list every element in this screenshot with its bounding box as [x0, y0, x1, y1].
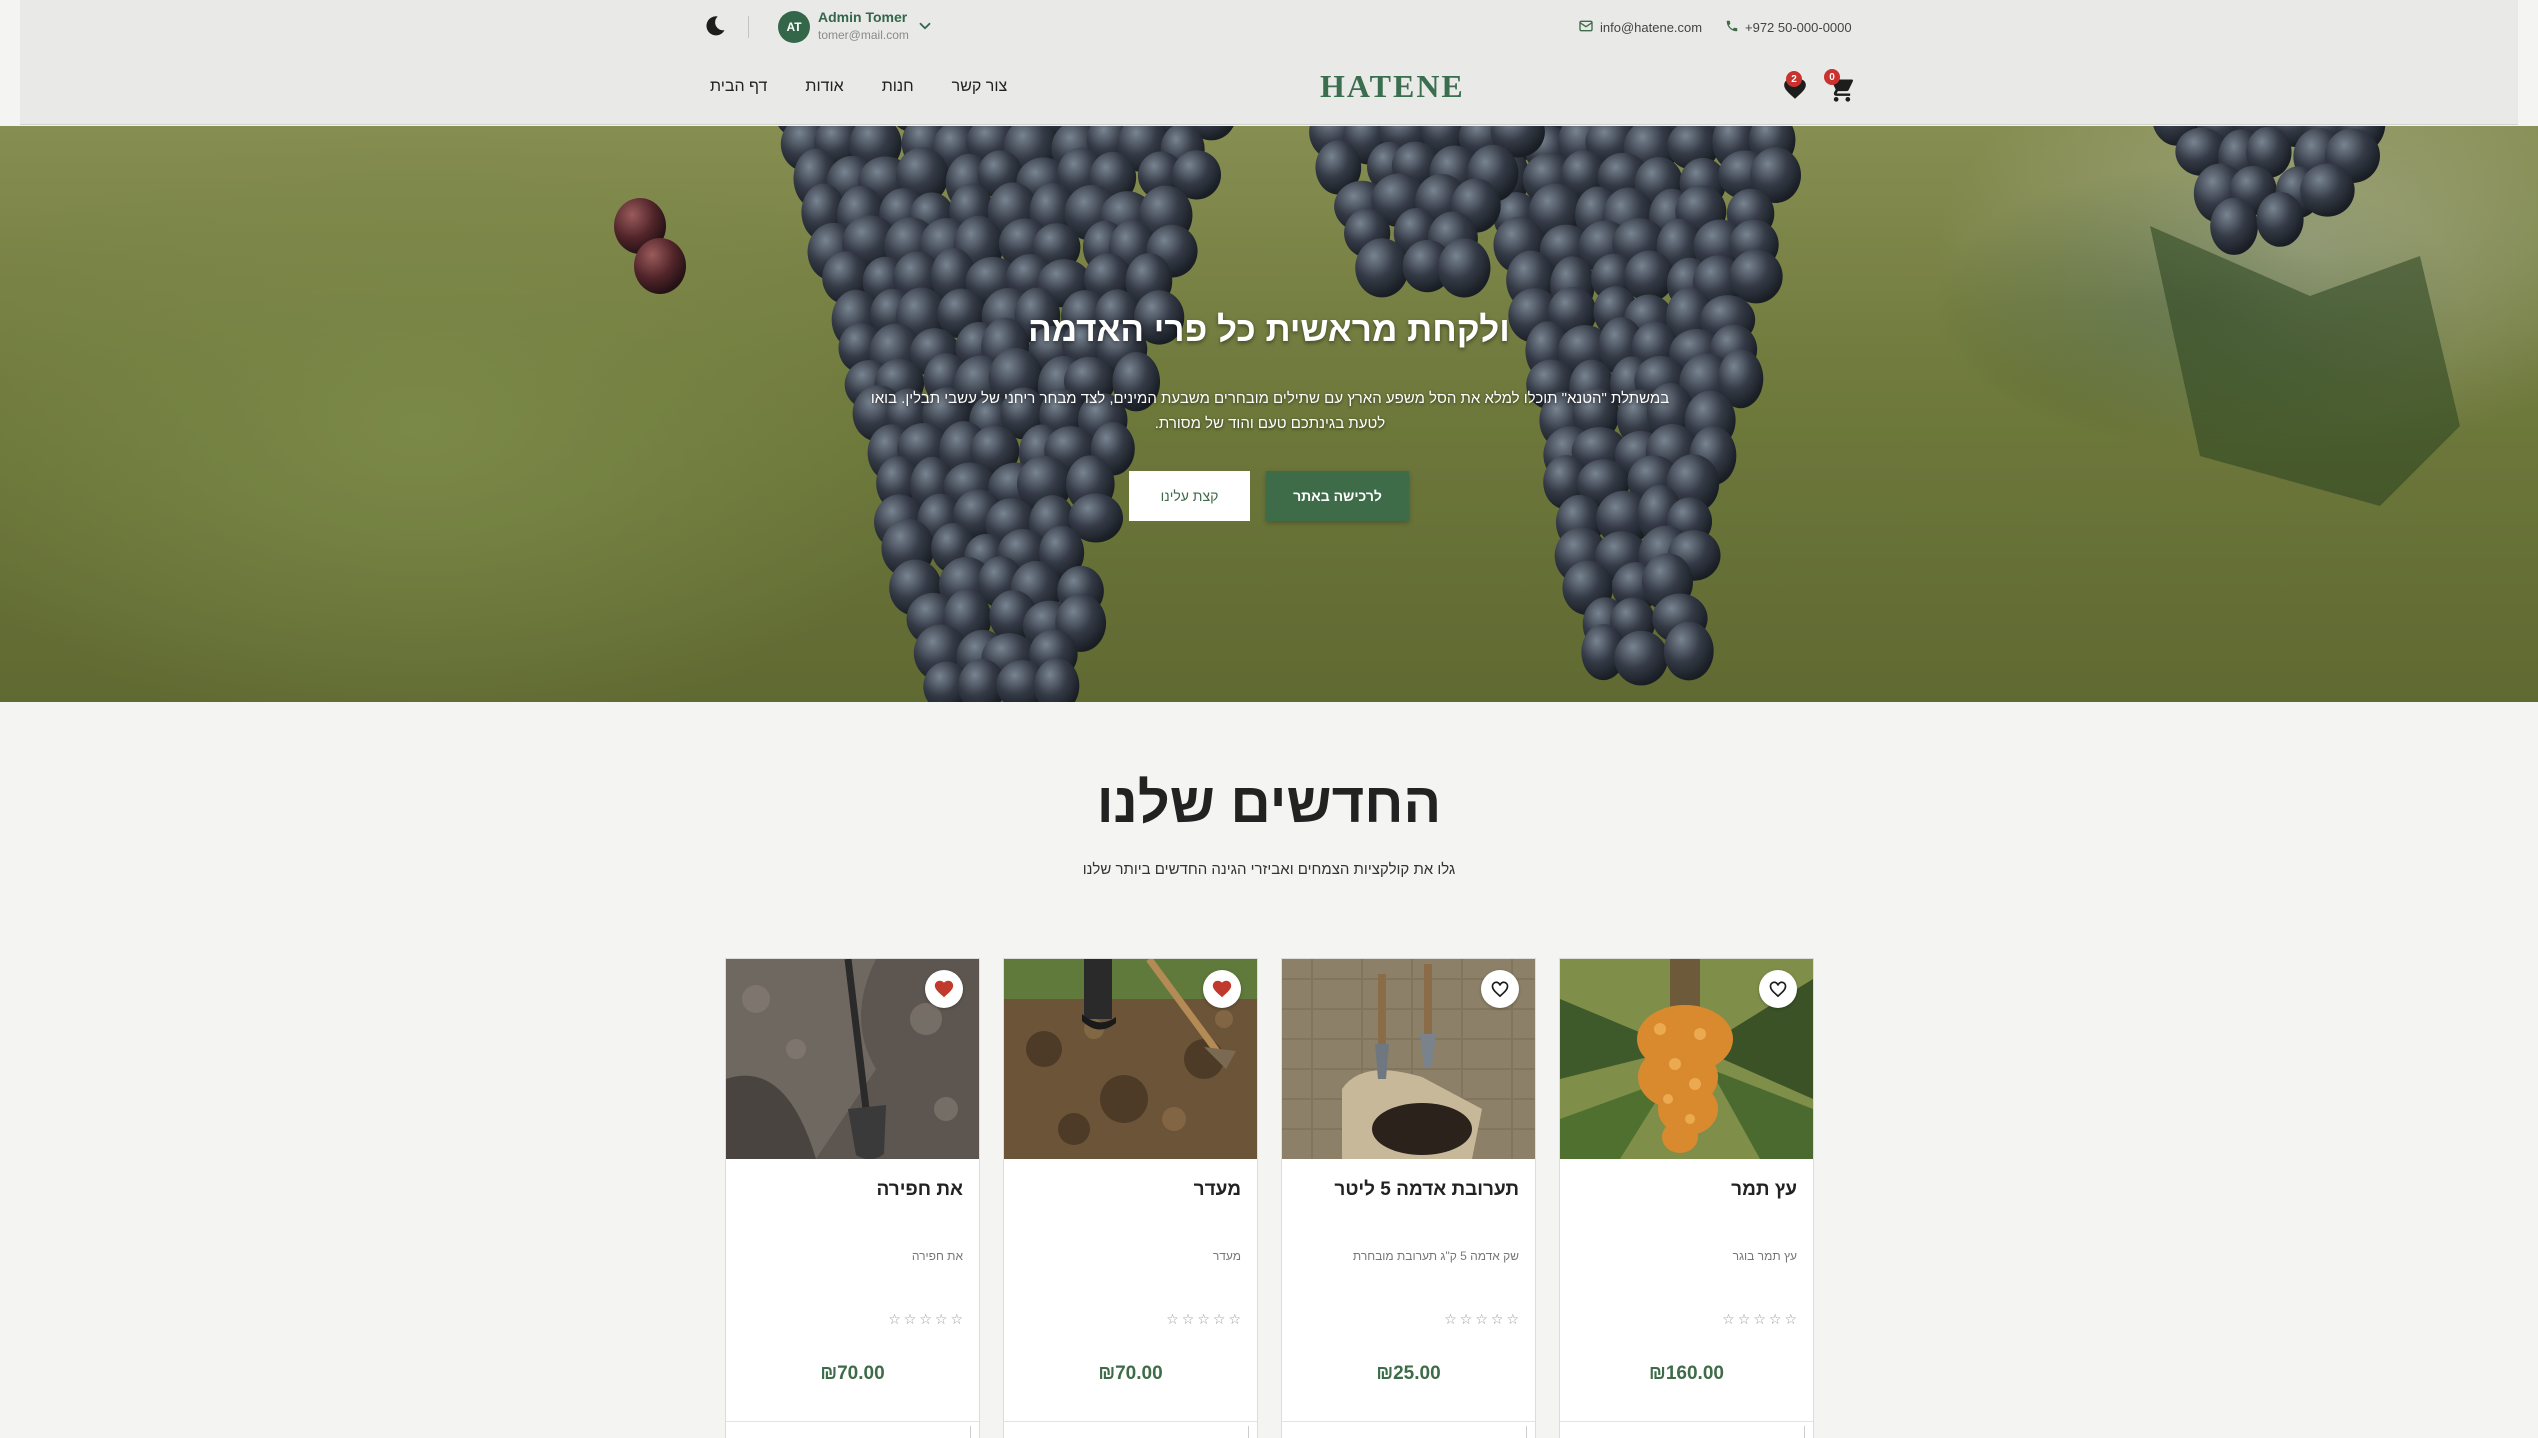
favorite-heart-outline-icon[interactable]: [1481, 970, 1519, 1008]
favorite-heart-filled-icon[interactable]: [1203, 970, 1241, 1008]
star-outline-icon: ☆: [1459, 1311, 1473, 1327]
card-divider: [726, 1421, 979, 1422]
star-outline-icon: ☆: [1444, 1311, 1457, 1327]
hero-banner: ולקחת מראשית כל פרי האדמה במשתלת "הטנא" …: [0, 126, 2538, 702]
about-us-button[interactable]: קצת עלינו: [1129, 471, 1250, 521]
product-description: את חפירה: [911, 1249, 963, 1263]
card-divider: [1004, 1421, 1257, 1422]
site-logo[interactable]: HATENE: [1320, 68, 1465, 105]
chevron-down-icon[interactable]: [916, 17, 934, 35]
contact-email-text: info@hatene.com: [1600, 19, 1703, 35]
product-card-date-palm[interactable]: עץ תמר עץ תמר בוגר ☆ ☆ ☆ ☆ ☆ ₪160.00: [1559, 958, 1814, 1438]
new-arrivals-subtitle: גלו את קולקציות הצמחים ואביזרי הגינה החד…: [1082, 861, 1456, 878]
star-outline-icon: ☆: [1506, 1311, 1519, 1327]
star-outline-icon: ☆: [919, 1311, 932, 1327]
card-action-divider: [1804, 1426, 1805, 1438]
site-header: AT Admin Tomer tomer@mail.com info@haten…: [20, 0, 2518, 125]
star-outline-icon: ☆: [1181, 1311, 1195, 1327]
phone-icon: [1725, 19, 1739, 36]
dark-mode-moon-icon[interactable]: [702, 13, 728, 39]
star-outline-icon: ☆: [903, 1311, 917, 1327]
star-outline-icon: ☆: [1197, 1311, 1210, 1327]
product-name[interactable]: את חפירה: [876, 1179, 963, 1201]
product-price: ₪160.00: [1649, 1363, 1724, 1384]
contact-phone[interactable]: +972 50-000-0000: [1725, 17, 1852, 37]
wishlist-count-badge: 2: [1786, 71, 1802, 87]
product-description: מעדר: [1212, 1249, 1241, 1263]
favorite-heart-filled-icon[interactable]: [925, 970, 963, 1008]
product-description: שק אדמה 5 ק"ג תערובת מובחרת: [1352, 1249, 1519, 1263]
contact-email[interactable]: info@hatene.com: [1578, 17, 1702, 37]
star-outline-icon: ☆: [1212, 1311, 1226, 1327]
rating-stars: ☆ ☆ ☆ ☆ ☆: [1444, 1311, 1519, 1328]
card-action-divider: [970, 1426, 971, 1438]
card-action-divider: [1248, 1426, 1249, 1438]
hero-title: ולקחת מראשית כל פרי האדמה: [1028, 310, 1510, 349]
card-divider: [1282, 1421, 1535, 1422]
nav-contact[interactable]: צור קשר: [952, 78, 1008, 96]
product-card-soil-mix[interactable]: תערובת אדמה 5 ליטר שק אדמה 5 ק"ג תערובת …: [1281, 958, 1536, 1438]
star-outline-icon: ☆: [1737, 1311, 1751, 1327]
user-name[interactable]: Admin Tomer: [818, 9, 907, 25]
rating-stars: ☆ ☆ ☆ ☆ ☆: [1722, 1311, 1797, 1328]
top-bar: AT Admin Tomer tomer@mail.com info@haten…: [20, 0, 2518, 54]
rating-stars: ☆ ☆ ☆ ☆ ☆: [888, 1311, 963, 1328]
star-outline-icon: ☆: [1166, 1311, 1179, 1327]
product-card-hoe[interactable]: מעדר מעדר ☆ ☆ ☆ ☆ ☆ ₪70.00: [1003, 958, 1258, 1438]
star-outline-icon: ☆: [1490, 1311, 1504, 1327]
star-outline-icon: ☆: [934, 1311, 948, 1327]
nav-about[interactable]: אודות: [805, 78, 843, 96]
product-name[interactable]: תערובת אדמה 5 ליטר: [1334, 1179, 1519, 1201]
divider: [748, 16, 749, 38]
card-divider: [1560, 1421, 1813, 1422]
product-name[interactable]: עץ תמר: [1731, 1179, 1797, 1201]
product-price: ₪70.00: [1098, 1363, 1163, 1384]
star-outline-icon: ☆: [1753, 1311, 1766, 1327]
main-nav: דף הבית אודות חנות צור קשר: [710, 78, 1007, 96]
card-action-divider: [1526, 1426, 1527, 1438]
product-name[interactable]: מעדר: [1194, 1179, 1241, 1201]
cart-count-badge: 0: [1824, 69, 1840, 85]
star-outline-icon: ☆: [888, 1311, 901, 1327]
contact-phone-text: +972 50-000-0000: [1745, 19, 1852, 35]
nav-shop[interactable]: חנות: [882, 78, 914, 96]
star-outline-icon: ☆: [1475, 1311, 1488, 1327]
avatar[interactable]: AT: [778, 11, 810, 43]
star-outline-icon: ☆: [1768, 1311, 1782, 1327]
favorite-heart-outline-icon[interactable]: [1759, 970, 1797, 1008]
product-description: עץ תמר בוגר: [1732, 1249, 1797, 1263]
rating-stars: ☆ ☆ ☆ ☆ ☆: [1166, 1311, 1241, 1328]
star-outline-icon: ☆: [1722, 1311, 1735, 1327]
star-outline-icon: ☆: [950, 1311, 963, 1327]
product-card-spade[interactable]: את חפירה את חפירה ☆ ☆ ☆ ☆ ☆ ₪70.00: [725, 958, 980, 1438]
shop-online-button[interactable]: לרכישה באתר: [1266, 471, 1409, 521]
star-outline-icon: ☆: [1784, 1311, 1797, 1327]
user-email: tomer@mail.com: [818, 28, 909, 42]
product-price: ₪25.00: [1376, 1363, 1441, 1384]
star-outline-icon: ☆: [1228, 1311, 1241, 1327]
hero-description: במשתלת "הטנא" תוכלו למלא את הסל משפע האר…: [870, 390, 1670, 432]
new-arrivals-title: החדשים שלנו: [1096, 771, 1442, 834]
product-price: ₪70.00: [820, 1363, 885, 1384]
nav-home[interactable]: דף הבית: [710, 78, 767, 96]
main-bar: דף הבית אודות חנות צור קשר HATENE 2 0: [20, 54, 2518, 125]
mail-icon: [1578, 18, 1594, 37]
